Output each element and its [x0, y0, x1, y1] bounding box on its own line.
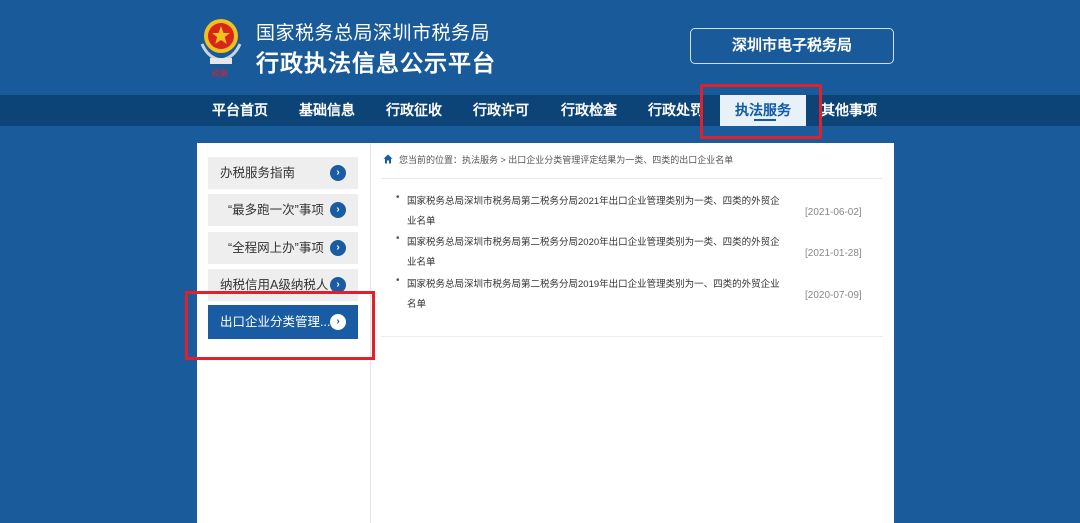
article-date: [2021-01-28] [805, 248, 862, 259]
sidebar-item-label: “最多跑一次”事项 [228, 203, 324, 217]
tax-emblem-icon: 税徽 [198, 19, 242, 78]
nav-item-inspection[interactable]: 行政检查 [555, 95, 623, 126]
sidebar-item-label: “全程网上办”事项 [228, 241, 324, 255]
sidebar-item-guide[interactable]: 办税服务指南 › [208, 157, 358, 189]
bullet-icon: • [396, 233, 400, 244]
nav-item-collection[interactable]: 行政征收 [380, 95, 448, 126]
nav-item-home[interactable]: 平台首页 [206, 95, 274, 126]
sidebar-item-online[interactable]: “全程网上办”事项 › [208, 232, 358, 264]
home-icon [383, 154, 393, 164]
nav-item-basic-info[interactable]: 基础信息 [293, 95, 361, 126]
breadcrumb: 您当前的位置：执法服务 > 出口企业分类管理评定结果为一类、四类的出口企业名单 [383, 153, 733, 167]
e-tax-bureau-button[interactable]: 深圳市电子税务局 [690, 28, 894, 64]
sidebar-item-label: 纳税信用A级纳税人 [220, 278, 329, 292]
main-nav: 平台首页 基础信息 行政征收 行政许可 行政检查 行政处罚 执法服务 其他事项 [0, 95, 1080, 126]
nav-item-other[interactable]: 其他事项 [815, 95, 883, 126]
article-title[interactable]: 国家税务总局深圳市税务局第二税务分局2019年出口企业管理类别为一、四类的外贸企… [407, 275, 787, 315]
chevron-right-circle-icon: › [330, 165, 346, 181]
bullet-icon: • [396, 275, 400, 286]
site-header: 税徽 国家税务总局深圳市税务局 行政执法信息公示平台 深圳市电子税务局 [0, 0, 1080, 95]
site-subtitle: 国家税务总局深圳市税务局 [256, 23, 491, 44]
breadcrumb-text: 您当前的位置：执法服务 > 出口企业分类管理评定结果为一类、四类的出口企业名单 [399, 155, 734, 165]
article-title[interactable]: 国家税务总局深圳市税务局第二税务分局2021年出口企业管理类别为一类、四类的外贸… [407, 192, 787, 232]
breadcrumb-divider [381, 178, 883, 179]
sidebar-highlight-box [185, 291, 375, 360]
chevron-right-circle-icon: › [330, 202, 346, 218]
nav-highlight-box [700, 84, 822, 139]
site-title: 行政执法信息公示平台 [256, 50, 496, 76]
sidebar-item-run-once[interactable]: “最多跑一次”事项 › [208, 194, 358, 226]
list-divider [381, 336, 883, 337]
nav-item-license[interactable]: 行政许可 [467, 95, 535, 126]
svg-text:税徽: 税徽 [212, 68, 228, 78]
article-date: [2020-07-09] [805, 290, 862, 301]
chevron-right-circle-icon: › [330, 240, 346, 256]
bullet-icon: • [396, 192, 400, 203]
sidebar-item-label: 办税服务指南 [220, 166, 296, 180]
article-date: [2021-06-02] [805, 207, 862, 218]
article-title[interactable]: 国家税务总局深圳市税务局第二税务分局2020年出口企业管理类别为一类、四类的外贸… [407, 233, 787, 273]
